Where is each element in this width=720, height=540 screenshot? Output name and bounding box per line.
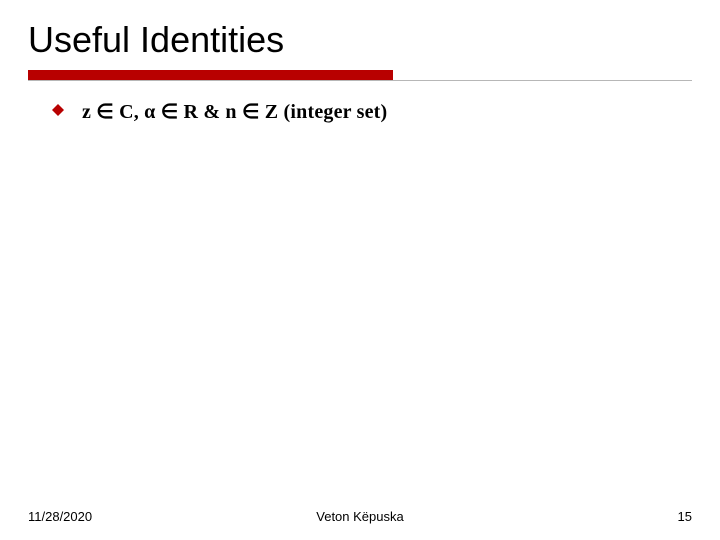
bullet-text: z ∈ C, α ∈ R & n ∈ Z (integer set) (82, 99, 387, 124)
footer-author: Veton Këpuska (316, 509, 403, 524)
title-rule (28, 70, 692, 81)
slide-title: Useful Identities (28, 20, 692, 60)
title-rule-red (28, 70, 393, 80)
slide-footer: 11/28/2020 Veton Këpuska 15 (0, 509, 720, 524)
bullet-item: z ∈ C, α ∈ R & n ∈ Z (integer set) (52, 99, 692, 124)
title-rule-gray (28, 80, 692, 81)
content-area: z ∈ C, α ∈ R & n ∈ Z (integer set) (28, 99, 692, 124)
footer-date: 11/28/2020 (28, 509, 92, 524)
slide: Useful Identities z ∈ C, α ∈ R & n ∈ Z (… (0, 0, 720, 540)
diamond-bullet-icon (52, 104, 64, 116)
footer-page-number: 15 (678, 509, 692, 524)
